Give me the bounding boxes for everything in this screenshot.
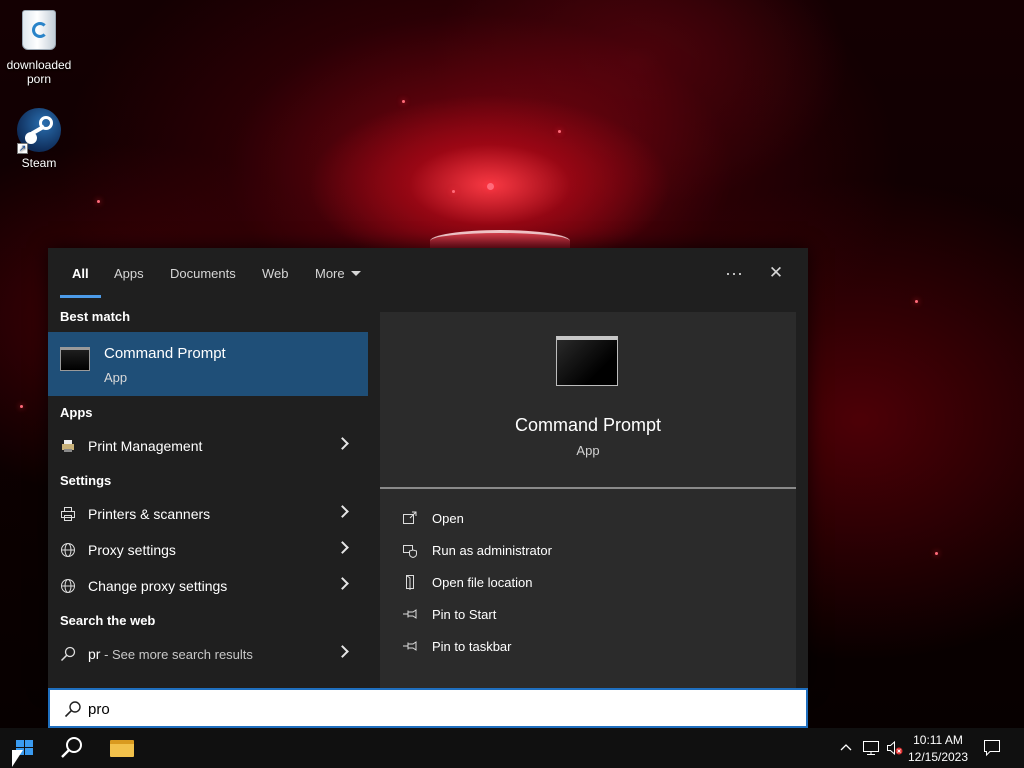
preview-title: Command Prompt [514, 415, 662, 435]
mouse-cursor [12, 750, 23, 767]
preview-subtitle: App [576, 443, 600, 458]
pin-icon [403, 609, 417, 619]
action-label: Pin to Start [432, 607, 497, 622]
search-flyout: All Apps Documents Web More ··· ✕ Best m… [48, 248, 808, 688]
globe-icon [61, 543, 75, 557]
results-list: Best match Command Prompt App Apps Print… [48, 300, 368, 688]
taskbar: 10:11 AM 12/15/2023 [0, 728, 1024, 768]
tab-documents[interactable]: Documents [170, 266, 236, 281]
chevron-right-icon[interactable] [336, 437, 349, 450]
chevron-down-icon [350, 271, 361, 276]
open-icon [403, 511, 417, 524]
chevron-right-icon[interactable] [336, 541, 349, 554]
wallpaper-star [487, 183, 494, 190]
shortcut-arrow-icon: ↗ [17, 143, 28, 154]
result-label: Print Management [88, 438, 203, 454]
desktop-icon-label: downloaded porn [6, 58, 72, 86]
clock-time[interactable]: 10:11 AM [903, 733, 973, 747]
result-proxy-settings[interactable]: Proxy settings [48, 532, 368, 568]
web-query: pr [88, 646, 101, 662]
action-open[interactable]: Open [380, 503, 796, 533]
start-button[interactable] [0, 728, 48, 768]
shield-icon [403, 545, 417, 558]
result-label: Proxy settings [88, 542, 176, 558]
result-printers-scanners[interactable]: Printers & scanners [48, 496, 368, 532]
file-location-icon [406, 575, 414, 590]
wallpaper-star [452, 190, 455, 193]
wallpaper-star [935, 552, 938, 555]
result-print-management[interactable]: Print Management [48, 428, 368, 464]
search-icon [61, 737, 82, 758]
action-run-as-administrator[interactable]: Run as administrator [380, 535, 796, 565]
tab-more-label: More [315, 266, 345, 281]
more-options-button[interactable]: ··· [720, 262, 748, 286]
tab-web[interactable]: Web [262, 266, 289, 281]
volume-muted-icon[interactable] [886, 740, 904, 756]
preview-pane: Command Prompt App Open Run as administr… [380, 312, 796, 688]
section-heading-settings: Settings [60, 473, 112, 488]
web-hint: - See more search results [100, 647, 253, 662]
tab-all[interactable]: All [72, 266, 89, 281]
search-tabs: All Apps Documents Web More ··· ✕ [48, 248, 808, 300]
folder-icon [110, 740, 134, 757]
active-tab-indicator [60, 295, 101, 298]
search-button[interactable] [48, 728, 96, 768]
action-label: Run as administrator [432, 543, 552, 558]
print-management-icon [62, 440, 74, 452]
desktop-icon-label: Steam [21, 156, 57, 170]
section-heading-search-web: Search the web [60, 613, 156, 628]
search-icon [60, 646, 76, 662]
action-label: Open file location [432, 575, 533, 590]
wallpaper-star [915, 300, 918, 303]
search-input[interactable] [88, 698, 788, 720]
result-label: pr - See more search results [88, 646, 253, 662]
pin-icon [403, 641, 417, 651]
steam-icon: ↗ [17, 108, 61, 154]
notifications-icon[interactable] [983, 739, 1001, 757]
search-icon [64, 701, 81, 718]
chevron-right-icon[interactable] [336, 505, 349, 518]
wallpaper-star [558, 130, 561, 133]
action-label: Open [432, 511, 464, 526]
globe-icon [61, 579, 75, 593]
chevron-right-icon[interactable] [336, 577, 349, 590]
action-label: Pin to taskbar [432, 639, 512, 654]
wallpaper-star [97, 200, 100, 203]
preview-divider [380, 487, 796, 489]
action-pin-to-start[interactable]: Pin to Start [380, 599, 796, 629]
recycle-bin-icon [17, 10, 61, 54]
file-explorer-button[interactable] [98, 728, 146, 768]
result-label: Printers & scanners [88, 506, 211, 522]
desktop-icon-steam[interactable]: ↗ Steam [4, 108, 74, 170]
result-web-search[interactable]: pr - See more search results [48, 636, 368, 672]
wallpaper-star [402, 100, 405, 103]
result-change-proxy-settings[interactable]: Change proxy settings [48, 568, 368, 604]
network-icon[interactable] [862, 740, 880, 756]
chevron-up-icon[interactable] [840, 742, 852, 754]
command-prompt-icon [556, 336, 618, 386]
section-heading-apps: Apps [60, 405, 93, 420]
wallpaper-star [20, 405, 23, 408]
search-box [48, 688, 808, 728]
desktop-icon-recycle-bin[interactable]: downloaded porn [4, 8, 74, 86]
printer-icon [61, 507, 75, 521]
command-prompt-icon [60, 347, 90, 371]
best-match-title: Command Prompt [104, 345, 226, 362]
chevron-right-icon[interactable] [336, 645, 349, 658]
result-label: Change proxy settings [88, 578, 228, 594]
best-match-subtitle: App [104, 370, 128, 385]
section-heading-best-match: Best match [60, 309, 131, 324]
action-open-file-location[interactable]: Open file location [380, 567, 796, 597]
tab-more[interactable]: More [315, 266, 361, 281]
clock-date[interactable]: 12/15/2023 [903, 750, 973, 764]
tab-apps[interactable]: Apps [114, 266, 144, 281]
best-match-command-prompt[interactable]: Command Prompt App [48, 332, 368, 396]
close-button[interactable]: ✕ [762, 262, 790, 286]
action-pin-to-taskbar[interactable]: Pin to taskbar [380, 631, 796, 661]
